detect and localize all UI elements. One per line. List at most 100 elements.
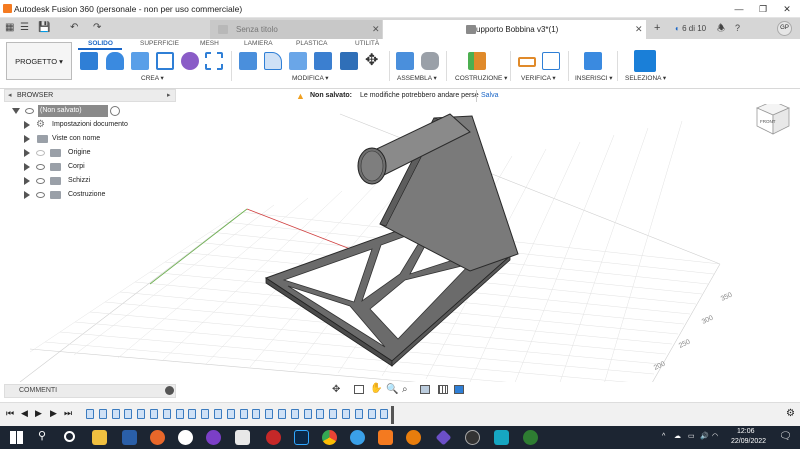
visibility-eye-icon[interactable] bbox=[36, 178, 45, 184]
new-tab-icon[interactable]: + bbox=[654, 22, 660, 34]
timeline-settings-icon[interactable]: ⚙ bbox=[786, 408, 795, 419]
panel-toggle-icon[interactable]: ▸ bbox=[167, 91, 171, 99]
select-icon[interactable] bbox=[634, 50, 656, 72]
timeline-feature-icon[interactable] bbox=[303, 409, 312, 419]
move-copy-icon[interactable]: ✥ bbox=[365, 52, 378, 70]
tab-utilita[interactable]: UTILITÀ bbox=[355, 40, 379, 47]
timeline-feature-icon[interactable] bbox=[201, 409, 210, 419]
look-at-icon[interactable] bbox=[354, 385, 364, 394]
search-icon[interactable]: ⚲ bbox=[38, 429, 46, 442]
tray-chevron-icon[interactable]: ^ bbox=[662, 433, 665, 440]
group-verifica[interactable]: VERIFICA ▾ bbox=[521, 74, 556, 82]
root-component-label[interactable]: (Non salvato) bbox=[38, 105, 108, 117]
pattern-icon[interactable] bbox=[205, 52, 223, 70]
volume-icon[interactable]: 🔊 bbox=[700, 432, 709, 440]
expand-icon[interactable] bbox=[24, 149, 30, 157]
job-status[interactable]: ◐ 6 di 10 bbox=[675, 23, 706, 35]
visibility-eye-icon[interactable] bbox=[36, 150, 45, 156]
save-button[interactable]: Salva bbox=[476, 90, 503, 102]
chamfer-icon[interactable] bbox=[289, 52, 307, 70]
group-costruzione[interactable]: COSTRUZIONE ▾ bbox=[455, 74, 507, 82]
orbit-icon[interactable]: ✥ bbox=[332, 384, 340, 395]
tab-mesh[interactable]: MESH bbox=[200, 40, 219, 47]
chrome-icon[interactable] bbox=[322, 430, 337, 445]
close-tab-icon[interactable]: ✕ bbox=[372, 20, 380, 39]
timeline-feature-icon[interactable] bbox=[290, 409, 299, 419]
redo-icon[interactable]: ↷ bbox=[93, 22, 101, 34]
timeline-feature-icon[interactable] bbox=[175, 409, 184, 419]
cortana-icon[interactable] bbox=[64, 431, 75, 442]
visibility-eye-icon[interactable] bbox=[25, 108, 34, 114]
timeline-first-icon[interactable]: ⏮ bbox=[6, 408, 14, 419]
timeline-feature-icon[interactable] bbox=[150, 409, 158, 419]
visibility-eye-icon[interactable] bbox=[36, 192, 45, 198]
undo-icon[interactable]: ↶ bbox=[70, 22, 78, 34]
tab-supporto-bobbina[interactable]: Supporto Bobbina v3*(1) ✕ bbox=[383, 20, 646, 39]
user-avatar[interactable]: GP bbox=[777, 21, 792, 36]
group-inserisci[interactable]: INSERISCI ▾ bbox=[575, 74, 613, 82]
timeline-next-icon[interactable]: ▶ bbox=[50, 408, 57, 419]
browser-item-origine[interactable]: Origine bbox=[4, 146, 176, 160]
timeline-last-icon[interactable]: ⏭ bbox=[64, 408, 72, 419]
timeline-feature-icon[interactable] bbox=[98, 409, 107, 419]
timeline-feature-icon[interactable] bbox=[265, 409, 274, 419]
blender-icon[interactable] bbox=[406, 430, 421, 445]
timeline-feature-icon[interactable] bbox=[226, 409, 235, 419]
help-icon[interactable]: ? bbox=[735, 22, 740, 34]
file-menu-icon[interactable]: ☰ bbox=[20, 22, 29, 34]
notifications-icon[interactable]: 🕭 bbox=[717, 22, 725, 34]
fillet-icon[interactable] bbox=[264, 52, 282, 70]
timeline-feature-icon[interactable] bbox=[86, 409, 94, 419]
app-icon[interactable] bbox=[206, 430, 221, 445]
timeline-feature-icon[interactable] bbox=[316, 409, 325, 419]
minimize-button[interactable]: — bbox=[728, 2, 750, 16]
close-button[interactable]: ✕ bbox=[776, 2, 798, 16]
clock-date[interactable]: 22/09/2022 bbox=[731, 438, 766, 445]
app-icon[interactable] bbox=[122, 430, 137, 445]
app-icon[interactable] bbox=[465, 430, 480, 445]
timeline-feature-icon[interactable] bbox=[278, 409, 286, 419]
browser-item-viste[interactable]: Viste con nome bbox=[4, 132, 176, 146]
tab-superficie[interactable]: SUPERFICIE bbox=[140, 40, 179, 47]
timeline-marker[interactable] bbox=[391, 406, 394, 424]
combine-icon[interactable] bbox=[340, 52, 358, 70]
timeline-feature-icon[interactable] bbox=[137, 409, 146, 419]
timeline-feature-icon[interactable] bbox=[162, 409, 171, 419]
display-settings-icon[interactable] bbox=[420, 385, 430, 394]
tab-senza-titolo[interactable]: Senza titolo ✕ bbox=[210, 20, 382, 39]
browser-header[interactable]: ◂ BROWSER ▸ bbox=[4, 89, 176, 102]
group-crea[interactable]: CREA ▾ bbox=[141, 74, 164, 82]
browser-root[interactable]: (Non salvato) bbox=[4, 104, 176, 118]
app-icon[interactable] bbox=[350, 430, 365, 445]
fusion-taskbar-icon[interactable] bbox=[378, 430, 393, 445]
press-pull-icon[interactable] bbox=[239, 52, 257, 70]
expand-icon[interactable] bbox=[24, 121, 30, 129]
timeline-feature-icon[interactable] bbox=[188, 409, 197, 419]
group-seleziona[interactable]: SELEZIONA ▾ bbox=[625, 74, 666, 82]
timeline-feature-icon[interactable] bbox=[354, 409, 363, 419]
expand-icon[interactable] bbox=[24, 177, 30, 185]
offset-plane-icon[interactable] bbox=[468, 52, 486, 70]
fit-icon[interactable]: ⌕ bbox=[402, 384, 408, 395]
expand-icon[interactable] bbox=[24, 135, 30, 143]
windows-start-icon[interactable] bbox=[10, 431, 23, 444]
joint-icon[interactable] bbox=[421, 52, 439, 70]
timeline-feature-icon[interactable] bbox=[252, 409, 261, 419]
app-icon[interactable] bbox=[523, 430, 538, 445]
tab-plastica[interactable]: PLASTICA bbox=[296, 40, 327, 47]
timeline-feature-icon[interactable] bbox=[214, 409, 222, 419]
save-icon[interactable]: 💾 bbox=[38, 22, 50, 34]
pan-hand-icon[interactable]: ✋ bbox=[370, 383, 382, 394]
insert-image-icon[interactable] bbox=[584, 52, 602, 70]
activate-radio-icon[interactable] bbox=[110, 106, 120, 116]
expand-icon[interactable] bbox=[24, 163, 30, 171]
collapse-icon[interactable]: ◂ bbox=[8, 91, 12, 99]
app-icon[interactable] bbox=[435, 429, 452, 446]
maximize-button[interactable]: ❐ bbox=[752, 2, 774, 16]
measure-icon[interactable] bbox=[518, 57, 536, 67]
app-icon[interactable] bbox=[235, 430, 250, 445]
zoom-icon[interactable]: 🔍 bbox=[386, 384, 398, 395]
timeline-feature-icon[interactable] bbox=[111, 409, 120, 419]
group-modifica[interactable]: MODIFICA ▾ bbox=[292, 74, 329, 82]
viewports-icon[interactable] bbox=[454, 385, 464, 394]
